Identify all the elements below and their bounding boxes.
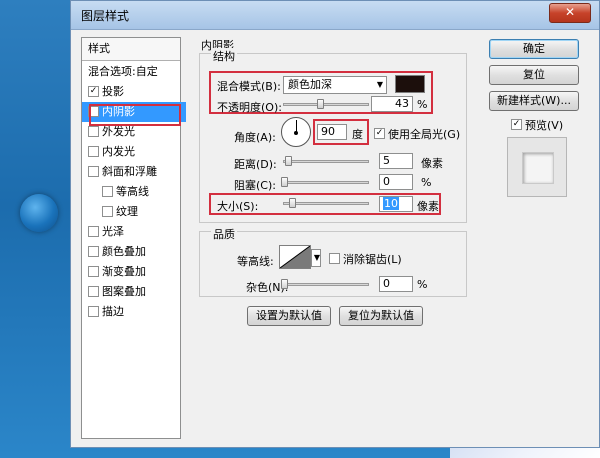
styles-item-label: 斜面和浮雕 <box>102 165 157 178</box>
set-default-button[interactable]: 设置为默认值 <box>247 306 331 326</box>
styles-item[interactable]: 渐变叠加 <box>82 262 186 282</box>
distance-input[interactable]: 5 <box>379 153 413 169</box>
styles-item-label: 光泽 <box>102 225 124 238</box>
style-preview-swatch <box>522 152 554 184</box>
style-checkbox[interactable] <box>102 185 113 197</box>
styles-item-label: 渐变叠加 <box>102 265 146 278</box>
noise-unit: % <box>417 278 428 291</box>
opacity-label: 不透明度(O): <box>217 101 282 114</box>
ok-button[interactable]: 确定 <box>489 39 579 59</box>
style-checkbox[interactable] <box>88 125 99 137</box>
blend-mode-value: 颜色加深 <box>288 78 332 91</box>
global-light-checkbox[interactable]: ✓ <box>374 128 385 139</box>
styles-item-label: 图案叠加 <box>102 285 146 298</box>
size-slider-thumb[interactable] <box>289 198 296 208</box>
distance-label: 距离(D): <box>234 158 277 171</box>
close-button[interactable]: ✕ <box>549 3 591 23</box>
desktop-orb <box>20 194 58 232</box>
reset-default-button[interactable]: 复位为默认值 <box>339 306 423 326</box>
styles-item[interactable]: 光泽 <box>82 222 186 242</box>
opacity-slider-track[interactable] <box>283 103 369 106</box>
styles-item-label: 颜色叠加 <box>102 245 146 258</box>
preview-label[interactable]: 预览(V) <box>525 117 563 133</box>
styles-item[interactable]: 描边 <box>82 302 186 322</box>
window-title: 图层样式 <box>81 9 130 23</box>
blend-mode-label: 混合模式(B): <box>217 80 281 93</box>
opacity-unit: % <box>417 98 428 111</box>
style-checkbox[interactable] <box>88 265 99 277</box>
noise-slider-thumb[interactable] <box>281 279 288 289</box>
angle-label: 角度(A): <box>234 131 276 144</box>
style-checkbox[interactable] <box>88 285 99 297</box>
angle-unit: 度 <box>352 128 363 141</box>
contour-label: 等高线: <box>237 255 274 268</box>
style-checkbox[interactable]: ✓ <box>88 85 99 97</box>
style-checkbox[interactable] <box>88 305 99 317</box>
distance-slider-track[interactable] <box>283 160 369 163</box>
styles-item-label: 外发光 <box>102 125 135 138</box>
quality-title: 品质 <box>211 226 237 242</box>
size-input[interactable]: 10 <box>379 196 413 212</box>
style-checkbox[interactable] <box>102 205 113 217</box>
choke-slider-thumb[interactable] <box>281 177 288 187</box>
style-checkbox[interactable] <box>88 245 99 257</box>
blend-mode-select[interactable]: 颜色加深 ▼ <box>283 76 387 94</box>
noise-slider-track[interactable] <box>283 283 369 286</box>
opacity-input[interactable]: 43 <box>371 96 413 112</box>
styles-item[interactable]: ✓ 投影 <box>82 82 186 102</box>
styles-item-label: 等高线 <box>116 185 149 198</box>
styles-item[interactable]: 混合选项:自定 <box>82 62 186 82</box>
styles-list: 样式 混合选项:自定 ✓ 投影 ✓ 内阴影 外发光 内发光 斜面和浮雕 等高线 纹理 光泽 颜色叠加渐… <box>81 37 186 439</box>
close-icon: ✕ <box>564 5 576 19</box>
angle-center-dot <box>294 131 298 135</box>
size-value: 10 <box>383 197 399 210</box>
reset-button[interactable]: 复位 <box>489 65 579 85</box>
styles-item[interactable]: 图案叠加 <box>82 282 186 302</box>
contour-picker[interactable] <box>279 245 311 269</box>
title-bar[interactable]: 图层样式 ✕ <box>71 1 599 30</box>
styles-item-label: 投影 <box>102 85 124 98</box>
styles-item-label: 纹理 <box>116 205 138 218</box>
global-light-label[interactable]: 使用全局光(G) <box>388 126 460 142</box>
styles-item[interactable]: 斜面和浮雕 <box>82 162 186 182</box>
anti-alias-checkbox[interactable] <box>329 253 340 264</box>
styles-item[interactable]: 内发光 <box>82 142 186 162</box>
size-unit: 像素 <box>417 200 439 213</box>
styles-item-label: 混合选项:自定 <box>88 65 158 78</box>
styles-item[interactable]: 等高线 <box>82 182 200 202</box>
new-style-button[interactable]: 新建样式(W)... <box>489 91 579 111</box>
chevron-down-icon: ▼ <box>313 253 320 262</box>
choke-slider-track[interactable] <box>283 181 369 184</box>
distance-slider-thumb[interactable] <box>285 156 292 166</box>
styles-item[interactable]: 纹理 <box>82 202 200 222</box>
style-checkbox[interactable] <box>88 145 99 157</box>
layer-style-dialog: 图层样式 ✕ 样式 混合选项:自定 ✓ 投影 ✓ 内阴影 外发光 内发光 斜面和浮雕 等高线 纹理… <box>70 0 600 448</box>
choke-unit: % <box>421 176 432 189</box>
opacity-slider-thumb[interactable] <box>316 99 324 109</box>
highlight-inner-shadow-item <box>89 104 181 126</box>
size-label: 大小(S): <box>217 200 259 213</box>
contour-dropdown[interactable]: ▼ <box>311 249 321 267</box>
noise-input[interactable]: 0 <box>379 276 413 292</box>
shadow-color-swatch[interactable] <box>395 75 425 93</box>
styles-header[interactable]: 样式 <box>82 38 180 61</box>
style-checkbox[interactable] <box>88 225 99 237</box>
style-checkbox[interactable] <box>88 165 99 177</box>
contour-curve-icon <box>280 246 310 268</box>
styles-item[interactable]: 颜色叠加 <box>82 242 186 262</box>
style-preview <box>507 137 567 197</box>
choke-input[interactable]: 0 <box>379 174 413 190</box>
angle-dial[interactable] <box>281 117 311 147</box>
structure-title: 结构 <box>211 48 237 64</box>
chevron-down-icon: ▼ <box>376 80 383 89</box>
angle-input[interactable]: 90 <box>317 124 347 140</box>
distance-unit: 像素 <box>421 157 443 170</box>
styles-item-label: 内发光 <box>102 145 135 158</box>
styles-item-label: 描边 <box>102 305 124 318</box>
preview-checkbox[interactable]: ✓ <box>511 119 522 130</box>
choke-label: 阻塞(C): <box>234 179 276 192</box>
anti-alias-label[interactable]: 消除锯齿(L) <box>343 251 402 267</box>
